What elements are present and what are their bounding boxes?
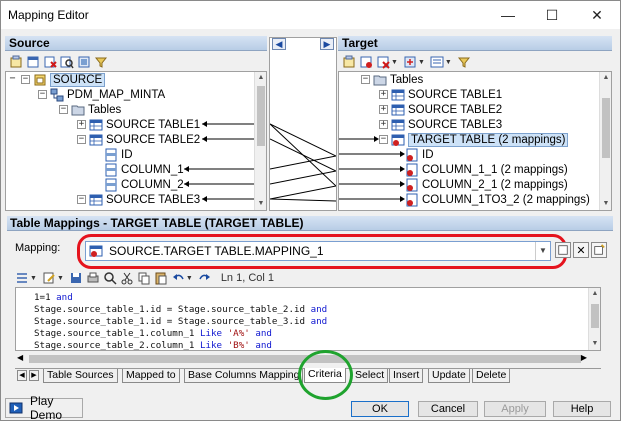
minimize-icon[interactable]: —	[486, 1, 530, 29]
scroll-down-icon[interactable]: ▼	[255, 198, 266, 210]
new-mapping-button[interactable]	[591, 242, 607, 258]
play-demo-icon	[9, 401, 23, 415]
tab-select[interactable]: Select	[351, 369, 389, 383]
cut-icon[interactable]	[120, 271, 134, 285]
new-mapping-icon[interactable]	[359, 55, 373, 69]
chevron-down-icon[interactable]: ▼	[445, 59, 452, 66]
source-tree: − − SOURCE − PDM_MAP_MINTA − Tables + SO…	[5, 71, 267, 211]
title-bar: Mapping Editor — ☐ ✕	[1, 1, 620, 29]
undo-icon[interactable]	[171, 271, 185, 285]
code-line: 1=1 and	[34, 292, 73, 303]
delete-mapping-button[interactable]: ✕	[573, 242, 589, 258]
maximize-icon[interactable]: ☐	[530, 1, 574, 29]
mapping-properties-button[interactable]	[555, 242, 571, 258]
chevron-down-icon[interactable]: ▼	[391, 59, 398, 66]
mapping-connector: ◀ ▶	[269, 37, 337, 211]
source-vscrollbar[interactable]: ▲ ▼	[254, 72, 266, 210]
print-icon[interactable]	[86, 271, 100, 285]
sql-editor-toolbar: ▼ ▼ ▼ Ln 1, Col 1	[15, 269, 274, 287]
paste-icon[interactable]	[154, 271, 168, 285]
connector-lines	[270, 123, 336, 202]
tab-update[interactable]: Update	[428, 369, 470, 383]
tree-node-column-1-1[interactable]: COLUMN_1_1 (2 mappings)	[405, 162, 568, 177]
filter-icon[interactable]	[94, 55, 108, 69]
find-icon[interactable]	[103, 271, 117, 285]
code-line: Stage.source_table_1.column_1 Like 'A%' …	[34, 328, 272, 339]
generate-icon[interactable]	[403, 55, 417, 69]
remove-mapping-icon[interactable]	[376, 55, 390, 69]
tab-base-columns-mapping[interactable]: Base Columns Mapping	[184, 369, 304, 383]
scroll-left-icon[interactable]: ◀	[17, 353, 23, 362]
properties-icon[interactable]	[9, 55, 23, 69]
scroll-up-icon[interactable]: ▲	[255, 72, 266, 84]
scroll-right-icon[interactable]: ▶	[581, 353, 587, 362]
save-icon[interactable]	[69, 271, 83, 285]
source-panel-header: Source	[5, 36, 267, 51]
ok-button[interactable]: OK	[351, 401, 409, 417]
delete-icon[interactable]	[43, 55, 57, 69]
tree-node-id[interactable]: ID	[405, 147, 434, 162]
tree-node-column-2-1[interactable]: COLUMN_2_1 (2 mappings)	[405, 177, 568, 192]
filter-icon[interactable]	[457, 55, 471, 69]
target-toolbar: ▼ ▼ ▼	[338, 52, 471, 72]
chevron-down-icon[interactable]: ▼	[57, 275, 64, 282]
target-tree: − Tables + SOURCE TABLE1 + SOURCE TABLE2…	[338, 71, 612, 211]
cursor-position: Ln 1, Col 1	[220, 272, 275, 284]
scroll-up-icon[interactable]: ▲	[600, 72, 611, 84]
tab-delete[interactable]: Delete	[472, 369, 511, 383]
redo-icon[interactable]	[198, 271, 212, 285]
help-button[interactable]: Help	[553, 401, 611, 417]
annotation-green-circle	[298, 350, 353, 400]
chevron-down-icon[interactable]: ▼	[186, 275, 193, 282]
tab-mapped-to[interactable]: Mapped to	[122, 369, 180, 383]
tab-table-sources[interactable]: Table Sources	[43, 369, 118, 383]
criteria-sql-editor[interactable]: 1=1 and Stage.source_table_1.id = Stage.…	[15, 287, 601, 351]
mapping-editor-window: Mapping Editor — ☐ ✕ Source − − SOURCE −…	[0, 0, 621, 421]
play-demo-button[interactable]: Play Demo	[5, 394, 83, 421]
list-icon[interactable]	[15, 271, 29, 285]
tab-scroll-left-icon[interactable]: ◀	[17, 370, 27, 381]
scroll-down-icon[interactable]: ▼	[600, 198, 611, 210]
chevron-down-icon[interactable]: ▼	[30, 275, 37, 282]
code-line: Stage.source_table_2.column_1 Like 'B%' …	[34, 340, 272, 351]
add-table-icon[interactable]	[26, 55, 40, 69]
code-line: Stage.source_table_1.id = Stage.source_t…	[34, 316, 328, 327]
tab-scroll-right-icon[interactable]: ▶	[29, 370, 39, 381]
scroll-down-icon[interactable]: ▼	[589, 338, 600, 350]
apply-button[interactable]: Apply	[484, 401, 546, 417]
layout-icon[interactable]	[430, 55, 444, 69]
mapping-label: Mapping:	[15, 242, 61, 254]
target-vscrollbar[interactable]: ▲ ▼	[599, 72, 611, 210]
cancel-button[interactable]: Cancel	[418, 401, 478, 417]
source-arrows	[184, 121, 265, 202]
layout-icon[interactable]	[77, 55, 91, 69]
scroll-up-icon[interactable]: ▲	[589, 288, 600, 300]
copy-icon[interactable]	[137, 271, 151, 285]
tab-insert[interactable]: Insert	[389, 369, 424, 383]
code-line: Stage.source_table_1.id = Stage.source_t…	[34, 304, 328, 315]
editor-vscrollbar[interactable]: ▲ ▼	[588, 288, 600, 350]
edit-icon[interactable]	[42, 271, 56, 285]
tree-node-column-1to3-2[interactable]: COLUMN_1TO3_2 (2 mappings)	[405, 192, 590, 207]
source-toolbar	[5, 52, 108, 72]
find-icon[interactable]	[60, 55, 74, 69]
scroll-thumb[interactable]	[591, 304, 599, 328]
target-arrows	[339, 136, 405, 202]
window-title: Mapping Editor	[8, 8, 89, 22]
annotation-red-outline	[77, 234, 567, 269]
scroll-thumb[interactable]	[602, 98, 610, 158]
chevron-down-icon[interactable]: ▼	[418, 59, 425, 66]
table-mappings-header: Table Mappings - TARGET TABLE (TARGET TA…	[7, 216, 613, 231]
close-icon[interactable]: ✕	[575, 1, 619, 29]
scroll-thumb[interactable]	[257, 86, 265, 146]
target-panel-header: Target	[338, 36, 612, 51]
properties-icon[interactable]	[342, 55, 356, 69]
